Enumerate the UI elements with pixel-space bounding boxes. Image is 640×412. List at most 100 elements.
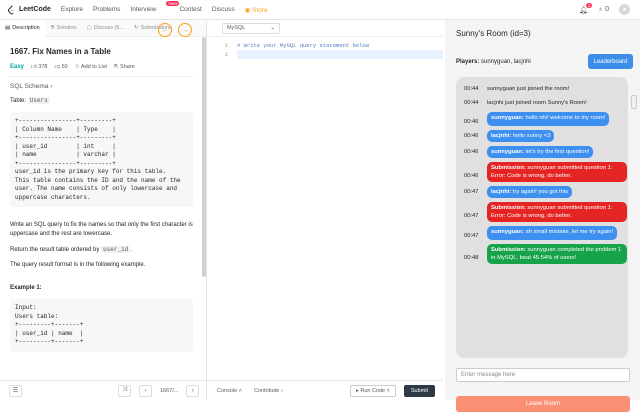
players-label: Players: <box>456 59 480 65</box>
star-icon: ☆ <box>74 64 80 70</box>
like-button[interactable]: 👍︎ 378 <box>31 64 47 70</box>
nav-interview-label: Interview <box>130 5 157 13</box>
chat-message: 00:46 lacjnhi: hello sunny <3 <box>464 130 628 142</box>
chat-message: 00:46 sunnyguan: hello nhi! welcome to my… <box>464 112 628 126</box>
console-label: Console <box>217 387 238 394</box>
table-label: Table: <box>10 98 27 104</box>
shuffle-button[interactable]: ⤨ <box>118 384 131 397</box>
message-time: 00:46 <box>464 119 479 125</box>
line-numbers: 1 2 <box>207 37 233 380</box>
coins[interactable]: ♁ 0 <box>598 6 609 13</box>
chevron-left-icon: ‹ <box>144 387 147 394</box>
chat-message: 00:47 lacjnhi: try again! you got this <box>464 186 628 198</box>
problem-list-button[interactable]: ☰ <box>9 384 22 397</box>
top-nav: LeetCode Explore Problems Interview New C… <box>0 0 640 20</box>
leaderboard-button[interactable]: Leaderboard <box>588 54 633 69</box>
chat-input[interactable]: Enter message here <box>456 368 630 382</box>
chevron-right-icon: › <box>50 83 53 90</box>
nav-store[interactable]: ◉ Store <box>245 6 268 14</box>
arrow-right-icon: → <box>181 26 189 34</box>
message-user: lacjnhi: <box>491 133 512 139</box>
discuss-icon: ▢ <box>86 25 92 31</box>
share-button[interactable]: ⇱ Share <box>114 64 135 70</box>
run-code-label: Run Code <box>360 387 386 394</box>
share-icon: ⇱ <box>113 64 119 70</box>
brand-name: LeetCode <box>19 6 51 13</box>
tab-discuss[interactable]: ▢ Discuss (5... <box>82 20 129 37</box>
editor-toolbar: MySQL ⌄ <box>207 20 443 37</box>
submit-button[interactable]: Submit <box>403 384 435 397</box>
nav-problems[interactable]: Problems <box>93 6 120 14</box>
message-user: sunnyguan: <box>491 115 524 121</box>
sql-schema-link[interactable]: SQL Schema › <box>10 83 193 90</box>
nav-explore[interactable]: Explore <box>61 6 83 14</box>
submissions-icon: ↻ <box>134 25 139 31</box>
store-icon: ◉ <box>244 6 251 14</box>
message-time: 00:44 <box>464 100 479 106</box>
dislike-button[interactable]: 👎︎ 60 <box>54 64 67 70</box>
contribute-button[interactable]: Contribute › <box>254 388 283 394</box>
share-label: Share <box>120 64 135 70</box>
players-line: Players: sunnyguan, lacjnhi <box>456 59 531 65</box>
notifications-button[interactable]: 🔔︎ 1 <box>579 2 592 14</box>
tab-solution[interactable]: ⚗ Solution <box>45 20 82 37</box>
order-by-code: user_id <box>101 246 131 253</box>
nav-interview[interactable]: Interview New <box>130 0 180 14</box>
chat-bubble: sunnyguan: let's try the first question! <box>487 146 594 158</box>
message-time: 00:47 <box>464 189 479 195</box>
coin-count: 0 <box>605 6 609 13</box>
prev-problem-button[interactable]: ‹ <box>139 384 152 397</box>
next-problem-button[interactable]: › <box>186 384 200 397</box>
chevron-down-icon: ⌄ <box>270 25 275 31</box>
chevron-right-icon: › <box>191 387 194 394</box>
problem-meta: Easy 👍︎ 378 👎︎ 60 ☆ Add to List ⇱ Share <box>10 64 193 70</box>
brand-logo[interactable]: LeetCode <box>7 4 51 15</box>
nav-contest[interactable]: Contest <box>179 6 201 14</box>
notification-count: 1 <box>586 2 592 8</box>
tab-discuss-label: Discuss (5... <box>93 25 125 31</box>
editor-bottom-bar: Console ˄ Contribute › ▸ Run Code ˄ Subm… <box>207 380 443 400</box>
bell-icon: 🔔︎ <box>579 6 588 14</box>
add-to-list-label: Add to List <box>80 64 107 70</box>
page-title: 1667. Fix Names in a Table <box>10 47 111 56</box>
chat-bubble: lacjnhi: hello sunny <3 <box>487 130 555 142</box>
system-message: lacjnhi just joined room Sunny's Room! <box>487 100 587 106</box>
chat-bubble: sunnyguan: ah small mistake, let me try … <box>487 226 618 240</box>
submission-bubble: Submission: sunnyguan completed the prob… <box>487 244 627 264</box>
message-text: hello nhi! welcome to my room! <box>523 115 606 121</box>
description-scrollbar[interactable] <box>202 37 206 277</box>
add-to-list-button[interactable]: ☆ Add to List <box>75 64 107 70</box>
problem-paragraph-1: Write an SQL query to fix the names so t… <box>10 222 193 237</box>
chat-message: 00:46 sunnyguan: let's try the first ques… <box>464 146 628 158</box>
next-arrow-button[interactable]: → <box>178 23 192 37</box>
code-area[interactable]: # Write your MySQL query statement below <box>233 37 443 380</box>
tab-description[interactable]: ▤ Description <box>0 19 45 37</box>
message-time: 00:46 <box>464 173 479 179</box>
message-text: try again! you got this <box>511 189 569 195</box>
description-icon: ▤ <box>5 25 11 31</box>
leave-room-button[interactable]: Leave Room <box>456 396 630 412</box>
code-line: # Write your MySQL query statement below <box>237 42 370 49</box>
nav-store-label: Store <box>252 6 268 14</box>
avatar[interactable]: ● <box>619 4 630 15</box>
players-list: sunnyguan, lacjnhi <box>481 59 531 65</box>
language-select[interactable]: MySQL ⌄ <box>222 22 280 34</box>
message-user: Submission: <box>491 247 526 253</box>
prev-arrow-button[interactable]: ← <box>158 23 172 37</box>
para2-text: Return the result table ordered by <box>10 247 100 253</box>
panel-resize-handle[interactable] <box>631 95 637 109</box>
run-code-button[interactable]: ▸ Run Code ˄ <box>350 384 396 397</box>
message-user: Submission: <box>491 205 526 211</box>
arrow-left-icon: ← <box>161 26 169 34</box>
thumbs-down-icon: 👎︎ <box>54 64 61 70</box>
tab-solution-label: Solution <box>56 25 77 31</box>
submission-bubble: Submission: sunnyguan submitted question… <box>487 202 627 222</box>
nav-discuss[interactable]: Discuss <box>212 6 235 14</box>
chevron-up-icon: ˄ <box>386 387 390 394</box>
console-button[interactable]: Console ˄ <box>217 388 242 394</box>
solution-icon: ⚗ <box>49 25 55 31</box>
sql-schema-label: SQL Schema <box>10 83 49 90</box>
table-line: Table: Users <box>10 96 193 106</box>
schema-block: +----------------+---------+ | Column Na… <box>10 112 193 207</box>
chat-message: 00:47 Submission: sunnyguan submitted que… <box>464 202 628 222</box>
